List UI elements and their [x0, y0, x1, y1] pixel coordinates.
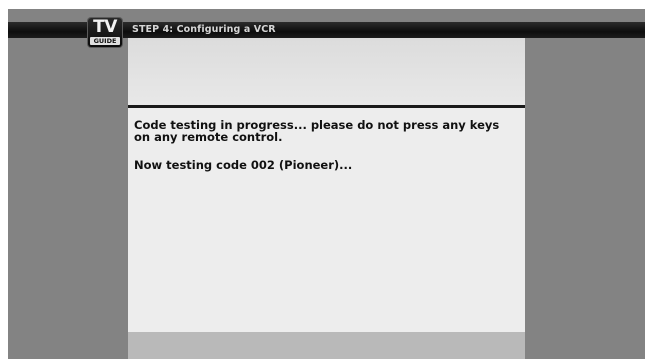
testing-status: Now testing code 002 (Pioneer)... — [134, 158, 353, 172]
progress-message: Code testing in progress... please do no… — [134, 118, 500, 144]
tv-guide-logo: TV GUIDE — [88, 18, 122, 47]
panel-body: Code testing in progress... please do no… — [128, 108, 525, 332]
dialog-panel: Code testing in progress... please do no… — [128, 38, 525, 359]
logo-guide-text: GUIDE — [90, 37, 120, 45]
tv-screen: STEP 4: Configuring a VCR TV GUIDE Code … — [8, 9, 645, 359]
logo-tv-text: TV — [93, 17, 117, 37]
panel-footer — [128, 332, 525, 359]
step-title: STEP 4: Configuring a VCR — [132, 24, 276, 35]
panel-header-area — [128, 38, 525, 105]
